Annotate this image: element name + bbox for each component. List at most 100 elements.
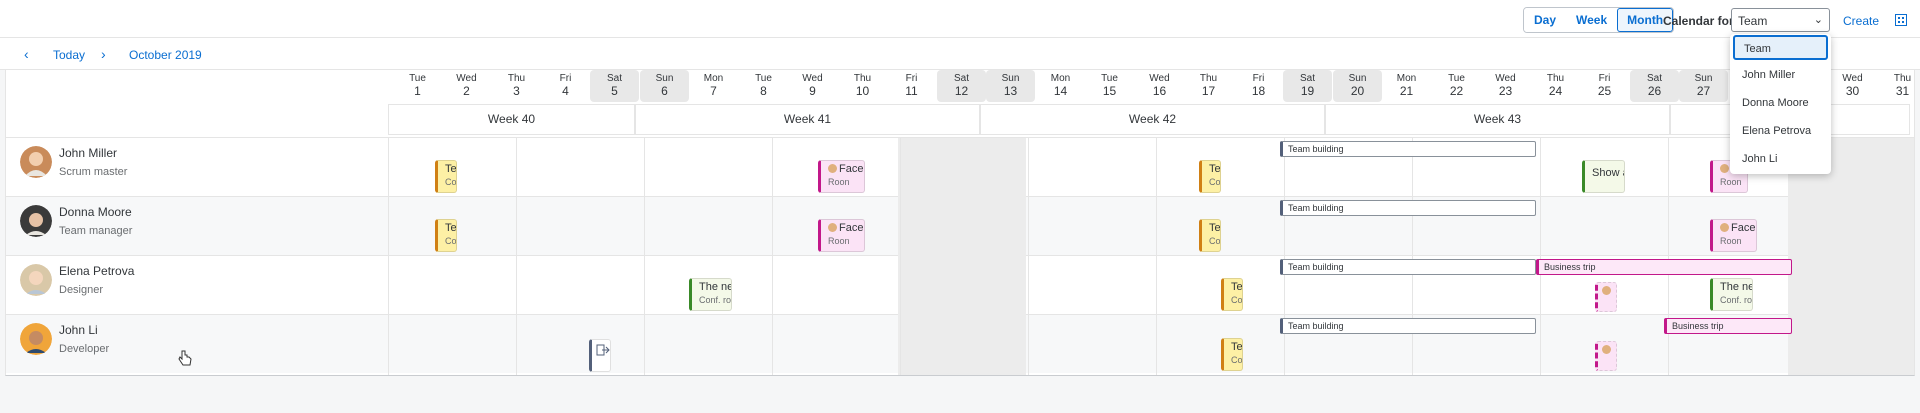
grid-divider — [1540, 138, 1541, 375]
day-number: 7 — [710, 84, 717, 98]
person-name[interactable]: Elena Petrova — [59, 264, 134, 278]
attendee-avatar-icon — [828, 223, 837, 232]
create-button[interactable]: Create — [1843, 14, 1879, 28]
person-name[interactable]: John Li — [59, 323, 98, 337]
business-trip-bar[interactable]: Business trip — [1536, 259, 1792, 275]
appointment[interactable]: Te Co — [435, 160, 457, 193]
team-building-bar[interactable]: Team building — [1280, 318, 1536, 334]
attendee-avatar-icon — [1602, 345, 1611, 354]
day-of-week: Wed — [1842, 73, 1863, 84]
person-name[interactable]: John Miller — [59, 146, 117, 160]
day-of-week: Sun — [655, 73, 674, 84]
appointment[interactable]: Te Co — [1221, 278, 1243, 311]
today-button[interactable]: Today — [53, 48, 85, 62]
grid-divider — [1284, 138, 1285, 375]
day-of-week: Sun — [1001, 73, 1020, 84]
day-header: Sun 27 — [1679, 70, 1728, 102]
attendee-avatar-icon — [1720, 223, 1729, 232]
appointment[interactable]: Face Roon — [1710, 219, 1757, 252]
appointment[interactable]: The ne Conf. ro — [1710, 278, 1753, 311]
business-trip-bar[interactable]: Business trip — [1664, 318, 1792, 334]
team-building-bar[interactable]: Team building — [1280, 141, 1536, 157]
day-header: Tue 1 — [393, 70, 442, 102]
day-of-week: Sat — [1646, 73, 1662, 84]
calendar-for-select[interactable]: Team ⌄ — [1731, 8, 1830, 32]
dropdown-option[interactable]: John Miller — [1733, 63, 1828, 88]
day-header: Mon 21 — [1382, 70, 1431, 102]
appointment[interactable]: Te Co — [1221, 338, 1243, 371]
day-of-week: Mon — [1396, 73, 1417, 84]
day-header: Tue 8 — [739, 70, 788, 102]
day-of-week: Wed — [1495, 73, 1516, 84]
appointment[interactable]: The ne Conf. ro — [689, 278, 732, 311]
grid-divider — [644, 138, 645, 375]
day-number: 14 — [1053, 84, 1068, 98]
appointment[interactable]: Face Roon — [818, 160, 865, 193]
day-of-week: Sat — [606, 73, 622, 84]
day-of-week: Sun — [1348, 73, 1367, 84]
dropdown-option[interactable]: Team — [1733, 35, 1828, 60]
chevron-down-icon: ⌄ — [1813, 14, 1823, 26]
day-number: 27 — [1696, 84, 1711, 98]
day-number: 13 — [1003, 84, 1018, 98]
person-role: Team manager — [59, 225, 133, 237]
day-number: 12 — [954, 84, 969, 98]
appointment[interactable]: Show a — [1582, 160, 1625, 193]
day-of-week: Sat — [1299, 73, 1315, 84]
day-of-week: Thu — [1546, 73, 1565, 84]
team-building-bar[interactable]: Team building — [1280, 200, 1536, 216]
appointment[interactable]: Face Roon — [818, 219, 865, 252]
day-number: 23 — [1498, 84, 1513, 98]
day-header: Wed 30 — [1828, 70, 1877, 102]
next-icon[interactable]: › — [101, 46, 106, 62]
dropdown-option[interactable]: Donna Moore — [1733, 91, 1828, 116]
appointment[interactable]: Te Co — [435, 219, 457, 252]
dropdown-option[interactable]: Elena Petrova — [1733, 119, 1828, 144]
appointment[interactable] — [589, 339, 611, 372]
appointment[interactable]: Te Co — [1199, 219, 1221, 252]
day-header: Sun 13 — [986, 70, 1035, 102]
team-building-bar[interactable]: Team building — [1280, 259, 1536, 275]
day-of-week: Tue — [755, 73, 772, 84]
day-header: Sun 6 — [640, 70, 689, 102]
day-number: 25 — [1597, 84, 1612, 98]
day-header: Thu 3 — [492, 70, 541, 102]
person-role: Designer — [59, 284, 104, 296]
day-number: 6 — [661, 84, 668, 98]
day-view-button[interactable]: Day — [1524, 8, 1567, 32]
day-header: Sat 12 — [937, 70, 986, 102]
day-number: 18 — [1251, 84, 1266, 98]
appointment[interactable] — [1595, 282, 1617, 312]
appointment[interactable] — [1595, 341, 1617, 371]
week-view-button[interactable]: Week — [1566, 8, 1618, 32]
attendee-avatar-icon — [1720, 164, 1729, 173]
day-number: 2 — [463, 84, 470, 98]
day-of-week: Thu — [507, 73, 526, 84]
day-number: 17 — [1201, 84, 1216, 98]
day-header: Sat 19 — [1283, 70, 1332, 102]
attendee-avatar-icon — [828, 164, 837, 173]
day-header: Sat 26 — [1630, 70, 1679, 102]
person-name[interactable]: Donna Moore — [59, 205, 132, 219]
day-of-week: Fri — [905, 73, 918, 84]
day-number: 22 — [1449, 84, 1464, 98]
day-header: Wed 23 — [1481, 70, 1530, 102]
weekend-shading — [898, 138, 1026, 375]
leave-icon — [596, 344, 610, 356]
day-of-week: Sat — [953, 73, 969, 84]
day-header: Fri 4 — [541, 70, 590, 102]
period-picker[interactable]: October 2019 — [129, 48, 202, 62]
calendar-legend-icon[interactable] — [1895, 13, 1907, 26]
day-number: 26 — [1647, 84, 1662, 98]
day-number: 19 — [1300, 84, 1315, 98]
day-number: 10 — [855, 84, 870, 98]
day-of-week: Mon — [1050, 73, 1071, 84]
person-role: Scrum master — [59, 166, 128, 178]
avatar — [20, 146, 52, 178]
day-number: 4 — [562, 84, 569, 98]
previous-icon[interactable]: ‹ — [24, 46, 29, 62]
dropdown-option[interactable]: John Li — [1733, 147, 1828, 172]
day-header: Mon 14 — [1036, 70, 1085, 102]
appointment[interactable]: Te Co — [1199, 160, 1221, 193]
grid-divider — [1412, 138, 1413, 375]
